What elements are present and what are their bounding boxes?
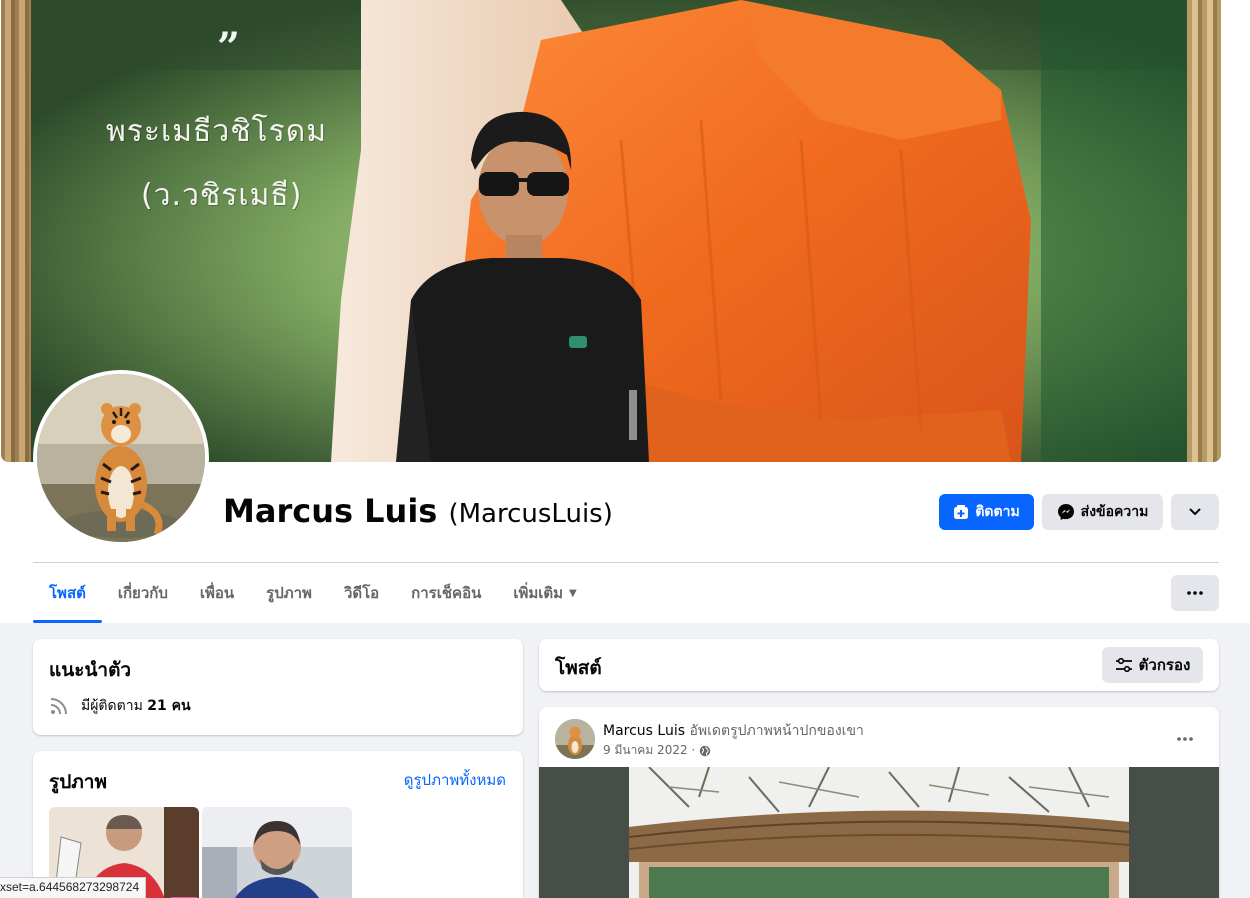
cover-caption-line1: พระเมธีวชิโรดม	[106, 114, 328, 149]
bamboo-left-border	[1, 0, 31, 462]
tab-checkins[interactable]: การเช็คอิน	[395, 563, 497, 623]
intro-title: แนะนำตัว	[49, 659, 132, 681]
profile-name-heading: Marcus Luis (MarcusLuis)	[223, 492, 613, 530]
posts-title: โพสต์	[555, 657, 602, 679]
more-dots-icon	[1187, 591, 1203, 595]
tab-friends[interactable]: เพื่อน	[184, 563, 250, 623]
rss-followers-icon	[50, 698, 67, 715]
tab-label: โพสต์	[49, 584, 86, 602]
tab-label: เกี่ยวกับ	[117, 584, 168, 602]
send-message-label: ส่งข้อความ	[1080, 504, 1149, 520]
posts-header-card: โพสต์ ตัวกรอง	[539, 639, 1219, 691]
post-action-text: อัพเดตรูปภาพหน้าปกของเขา	[689, 723, 864, 739]
followers-row: มีผู้ติดตาม 21 คน	[49, 695, 191, 717]
tabs-more-options-button[interactable]	[1171, 575, 1219, 611]
post-card: Marcus Luis อัพเดตรูปภาพหน้าปกของเขา 9 ม…	[539, 707, 1219, 898]
browser-status-url: xset=a.644568273298724	[0, 877, 147, 898]
photos-card: รูปภาพ ดูรูปภาพทั้งหมด	[33, 751, 523, 898]
caret-down-icon: ▼	[569, 587, 577, 599]
post-media-frame	[539, 767, 1219, 898]
follow-icon	[954, 505, 969, 519]
post-author-avatar[interactable]	[555, 719, 595, 759]
tab-about[interactable]: เกี่ยวกับ	[102, 563, 184, 623]
chevron-down-icon	[1189, 508, 1201, 515]
post-photo[interactable]	[629, 767, 1129, 898]
filter-sliders-icon	[1115, 657, 1132, 673]
post-header-text: Marcus Luis อัพเดตรูปภาพหน้าปกของเขา	[603, 720, 864, 742]
followers-count[interactable]: 21 คน	[147, 698, 190, 714]
photo-thumbnail[interactable]	[202, 807, 352, 898]
cover-illustration	[1, 0, 1221, 462]
cover-quote-mark: ”	[217, 24, 241, 71]
profile-avatar[interactable]	[33, 370, 209, 546]
follow-button[interactable]: ติดตาม	[939, 494, 1034, 530]
profile-options-dropdown-button[interactable]	[1171, 494, 1219, 530]
tab-posts[interactable]: โพสต์	[33, 563, 102, 623]
tab-label: เพื่อน	[199, 584, 235, 602]
tab-photos[interactable]: รูปภาพ	[250, 563, 328, 623]
filter-label: ตัวกรอง	[1138, 656, 1191, 674]
profile-name: Marcus Luis	[223, 492, 438, 530]
see-all-photos-link[interactable]: ดูรูปภาพทั้งหมด	[404, 768, 506, 792]
tab-label: การเช็คอิน	[411, 584, 482, 602]
photo-thumbnail-image	[202, 807, 352, 898]
tiger-avatar-image	[37, 374, 205, 542]
tiger-avatar-image	[555, 719, 595, 759]
filter-button[interactable]: ตัวกรอง	[1102, 647, 1203, 683]
messenger-icon	[1057, 504, 1074, 520]
globe-public-icon	[700, 745, 711, 756]
tab-label: เพิ่มเติม	[513, 584, 564, 602]
bamboo-right-border	[1187, 0, 1221, 462]
followers-prefix: มีผู้ติดตาม	[81, 698, 143, 714]
cover-photo[interactable]: ” พระเมธีวชิโรดม (ว.วชิรเมธี)	[1, 0, 1221, 462]
photos-title: รูปภาพ	[49, 771, 107, 793]
post-meta: 9 มีนาคม 2022 ·	[603, 741, 711, 760]
tab-label: วิดีโอ	[343, 584, 380, 602]
intro-card: แนะนำตัว มีผู้ติดตาม 21 คน	[33, 639, 523, 735]
post-photo-image	[629, 767, 1129, 898]
follow-button-label: ติดตาม	[975, 504, 1020, 520]
post-date-link[interactable]: 9 มีนาคม 2022 ·	[603, 741, 695, 760]
cover-caption-line2: (ว.วชิรเมธี)	[141, 178, 303, 213]
send-message-button[interactable]: ส่งข้อความ	[1042, 494, 1163, 530]
profile-handle: (MarcusLuis)	[448, 499, 613, 529]
more-dots-icon	[1177, 737, 1193, 741]
tab-label: รูปภาพ	[266, 584, 312, 602]
post-options-button[interactable]	[1167, 721, 1203, 757]
post-author-link[interactable]: Marcus Luis	[603, 723, 685, 739]
tab-more[interactable]: เพิ่มเติม ▼	[497, 563, 592, 623]
tab-videos[interactable]: วิดีโอ	[328, 563, 395, 623]
profile-tabs: โพสต์ เกี่ยวกับ เพื่อน รูปภาพ วิดีโอ การ…	[33, 563, 593, 623]
